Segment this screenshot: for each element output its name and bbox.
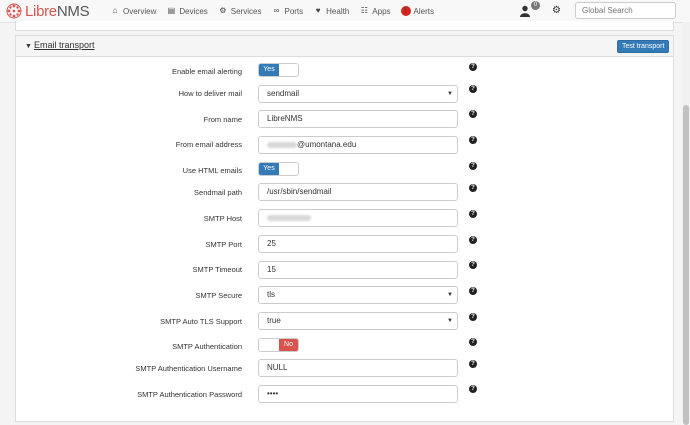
main-nav: ⌂ Overview ▤ Devices ⚙ Services ∞ Ports … (110, 0, 444, 22)
nav-services[interactable]: ⚙ Services (218, 6, 262, 16)
nav-ports[interactable]: ∞ Ports (271, 6, 304, 16)
panel-heading: ▼ Email transport Test transport (16, 36, 673, 57)
toggle-yes: Yes (259, 64, 279, 76)
heartbeat-icon: ♥ (315, 6, 321, 15)
nav-alerts-label: Alerts (413, 6, 434, 16)
user-icon (520, 5, 530, 17)
librenms-logo-icon (6, 3, 22, 19)
smtp-port-label: SMTP Port (205, 240, 242, 249)
gear-icon[interactable]: ⚙ (552, 5, 561, 16)
deliver-mail-label: How to deliver mail (178, 89, 242, 98)
deliver-mail-select[interactable]: sendmail ▼ (258, 85, 458, 103)
use-html-label: Use HTML emails (182, 166, 242, 175)
help-icon[interactable]: ? (469, 236, 477, 244)
smtp-secure-label: SMTP Secure (195, 291, 242, 300)
nav-devices[interactable]: ▤ Devices (166, 6, 208, 16)
redacted-text (267, 214, 311, 221)
nav-overview[interactable]: ⌂ Overview (110, 6, 157, 16)
page-scrollbar[interactable] (682, 22, 690, 425)
toggle-yes: Yes (259, 163, 279, 175)
server-icon: ▤ (167, 6, 176, 15)
global-search-input[interactable] (575, 2, 676, 19)
smtp-autotls-select[interactable]: true ▼ (258, 312, 458, 330)
help-icon[interactable]: ? (469, 136, 477, 144)
nav-apps-label: Apps (372, 6, 391, 16)
help-icon[interactable]: ? (469, 338, 477, 346)
from-email-label: From email address (175, 140, 242, 149)
from-email-input[interactable]: @umontana.edu (258, 136, 458, 154)
from-name-label: From name (203, 115, 242, 124)
help-icon[interactable]: ? (469, 63, 477, 71)
help-icon[interactable]: ? (469, 287, 477, 295)
smtp-timeout-input[interactable]: 15 (258, 261, 458, 279)
cogs-icon: ⚙ (219, 6, 227, 15)
scrollbar-thumb[interactable] (683, 105, 689, 425)
panel-title: Email transport (33, 40, 95, 50)
from-name-input[interactable]: LibreNMS (258, 110, 458, 128)
tasks-icon: ☷ (360, 6, 368, 15)
help-icon[interactable]: ? (469, 85, 477, 93)
smtp-username-label: SMTP Authentication Username (135, 364, 242, 373)
enable-alerting-toggle[interactable]: Yes (258, 63, 299, 77)
nav-health[interactable]: ♥ Health (313, 6, 350, 16)
chevron-down-icon: ▼ (447, 91, 453, 97)
exclamation-circle-icon: ! (400, 6, 411, 16)
smtp-username-input[interactable]: NULL (258, 359, 458, 377)
top-navbar: LibreNMS ⌂ Overview ▤ Devices ⚙ Services… (0, 0, 690, 23)
nav-apps[interactable]: ☷ Apps (359, 6, 391, 16)
chevron-down-icon: ▼ (447, 318, 453, 324)
previous-panel-edge (15, 21, 674, 31)
smtp-auth-label: SMTP Authentication (172, 342, 242, 351)
smtp-secure-value: tls (267, 290, 275, 299)
help-icon[interactable]: ? (469, 261, 477, 269)
redacted-text (267, 141, 297, 148)
help-icon[interactable]: ? (469, 313, 477, 321)
nav-services-label: Services (230, 6, 262, 16)
smtp-password-label: SMTP Authentication Password (137, 390, 242, 399)
sendmail-path-input[interactable]: /usr/sbin/sendmail (258, 183, 458, 201)
help-icon[interactable]: ? (469, 184, 477, 192)
notification-badge: 0 (531, 1, 540, 10)
link-icon: ∞ (273, 6, 280, 15)
help-icon[interactable]: ? (469, 110, 477, 118)
smtp-secure-select[interactable]: tls ▼ (258, 286, 458, 304)
smtp-port-input[interactable]: 25 (258, 235, 458, 253)
smtp-autotls-value: true (267, 316, 281, 325)
smtp-auth-toggle[interactable]: No (258, 338, 299, 352)
chevron-down-icon: ▼ (447, 292, 453, 298)
nav-alerts[interactable]: ! Alerts (400, 6, 434, 16)
test-transport-button[interactable]: Test transport (617, 40, 670, 53)
user-menu[interactable]: 0 (520, 1, 540, 19)
enable-alerting-label: Enable email alerting (171, 67, 242, 76)
email-transport-panel: ▼ Email transport Test transport Enable e… (15, 35, 674, 422)
home-icon: ⌂ (112, 6, 118, 15)
nav-health-label: Health (326, 6, 350, 16)
smtp-host-label: SMTP Host (203, 214, 242, 223)
use-html-toggle[interactable]: Yes (258, 162, 299, 176)
toggle-no: No (279, 339, 298, 351)
caret-down-icon: ▼ (25, 43, 32, 50)
smtp-autotls-label: SMTP Auto TLS Support (160, 317, 242, 326)
smtp-timeout-label: SMTP Timeout (192, 265, 242, 274)
help-icon[interactable]: ? (469, 210, 477, 218)
brand-logo-link[interactable]: LibreNMS (6, 2, 90, 20)
smtp-password-input[interactable]: •••• (258, 385, 458, 403)
brand-name: LibreNMS (25, 2, 90, 20)
nav-overview-label: Overview (123, 6, 157, 16)
panel-title-toggle[interactable]: ▼ Email transport (25, 40, 94, 50)
deliver-mail-value: sendmail (267, 89, 300, 98)
help-icon[interactable]: ? (469, 162, 477, 170)
from-email-domain: @umontana.edu (297, 140, 357, 149)
sendmail-path-label: Sendmail path (194, 188, 242, 197)
nav-devices-label: Devices (179, 6, 208, 16)
nav-ports-label: Ports (284, 6, 304, 16)
help-icon[interactable]: ? (469, 360, 477, 368)
help-icon[interactable]: ? (469, 385, 477, 393)
smtp-host-input[interactable] (258, 209, 458, 227)
